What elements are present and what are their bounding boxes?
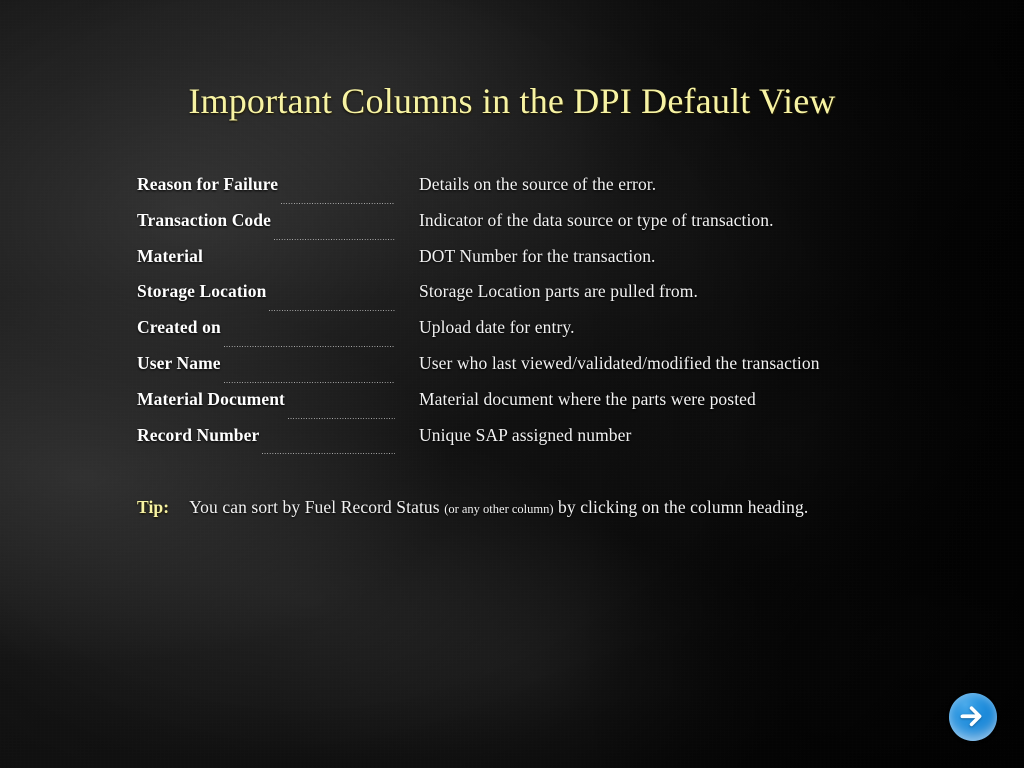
list-item: Reason for Failure Details on the source… <box>137 172 937 208</box>
column-description: Unique SAP assigned number <box>419 424 632 445</box>
column-description: User who last viewed/validated/modified … <box>419 352 820 373</box>
column-name-text: Material Document <box>137 388 285 409</box>
list-item: User Name User who last viewed/validated… <box>137 351 937 387</box>
tip-label: Tip: <box>137 497 170 517</box>
column-name-text: Created on <box>137 317 221 338</box>
tip-text-before: You can sort by Fuel Record Status <box>189 497 440 517</box>
column-name-label: User Name <box>137 351 395 387</box>
tip-text-after: by clicking on the column heading. <box>558 497 809 517</box>
dotted-leader <box>223 345 395 347</box>
dotted-leader <box>287 417 395 419</box>
list-item: Storage Location Storage Location parts … <box>137 279 937 315</box>
column-name-label: Material <box>137 244 395 280</box>
columns-definition-list: Reason for Failure Details on the source… <box>137 172 937 458</box>
column-description: Indicator of the data source or type of … <box>419 209 774 230</box>
column-name-label: Storage Location <box>137 279 395 315</box>
tip-parenthetical: (or any other column) <box>444 502 554 516</box>
next-slide-button[interactable] <box>949 693 997 741</box>
column-name-label: Transaction Code <box>137 208 395 244</box>
column-name-text: Material <box>137 245 203 266</box>
slide-content: Important Columns in the DPI Default Vie… <box>0 0 1024 768</box>
dotted-leader <box>269 310 395 312</box>
arrow-right-icon <box>960 706 982 727</box>
column-name-text: Record Number <box>137 424 260 445</box>
dotted-leader <box>281 202 395 204</box>
column-name-label: Record Number <box>137 423 395 459</box>
column-description: Details on the source of the error. <box>419 174 657 194</box>
list-item: Material Document Material document wher… <box>137 387 937 423</box>
slide-title: Important Columns in the DPI Default Vie… <box>188 81 836 121</box>
tip-note: Tip: You can sort by Fuel Record Status (… <box>137 495 808 521</box>
column-name-label: Reason for Failure <box>137 172 395 208</box>
list-item: Material DOT Number for the transaction. <box>137 244 937 280</box>
column-name-text: Transaction Code <box>137 209 271 230</box>
presentation-slide: Important Columns in the DPI Default Vie… <box>0 0 1024 768</box>
column-description: Storage Location parts are pulled from. <box>419 281 698 302</box>
column-name-label: Created on <box>137 315 395 351</box>
column-description: DOT Number for the transaction. <box>419 245 656 266</box>
list-item: Transaction Code Indicator of the data s… <box>137 208 937 244</box>
column-name-text: Storage Location <box>137 281 267 302</box>
column-name-text: Reason for Failure <box>137 174 279 194</box>
dotted-leader <box>223 381 395 383</box>
column-description: Upload date for entry. <box>419 317 575 338</box>
list-item: Created on Upload date for entry. <box>137 315 937 351</box>
column-name-text: User Name <box>137 352 221 373</box>
column-name-label: Material Document <box>137 387 395 423</box>
dotted-leader <box>274 238 395 240</box>
column-description: Material document where the parts were p… <box>419 388 756 409</box>
dotted-leader <box>262 453 395 455</box>
list-item: Record Number Unique SAP assigned number <box>137 423 937 459</box>
